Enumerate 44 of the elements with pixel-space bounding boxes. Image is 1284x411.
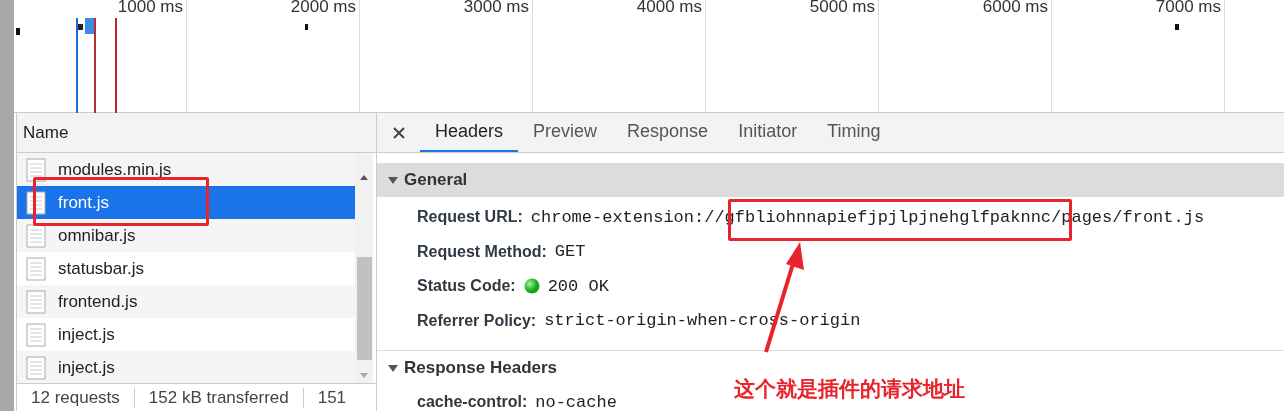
header-name: Request URL: bbox=[417, 208, 523, 227]
header-value: no-cache bbox=[535, 392, 617, 411]
header-name: Request Method: bbox=[417, 242, 547, 261]
close-icon[interactable] bbox=[392, 125, 406, 140]
caret-icon bbox=[387, 362, 399, 374]
summary-text: 12 requests bbox=[30, 387, 121, 408]
header-value: 200 OK bbox=[547, 276, 609, 296]
time-tick-label: 3000 ms bbox=[463, 0, 530, 15]
request-row[interactable]: frontend.js bbox=[17, 285, 355, 318]
header-name: Status Code: bbox=[417, 277, 516, 296]
time-tick-label: 5000 ms bbox=[809, 0, 876, 15]
request-row[interactable]: modules.min.js bbox=[17, 153, 355, 186]
section-header[interactable]: General bbox=[377, 163, 1284, 197]
request-row[interactable]: front.js bbox=[17, 186, 355, 219]
tab[interactable]: Preview bbox=[518, 113, 613, 152]
tab[interactable]: Initiator bbox=[723, 113, 813, 152]
file-icon bbox=[26, 223, 46, 248]
summary-text: 152 kB transferred bbox=[133, 387, 303, 408]
time-tick-label: 7000 ms bbox=[1155, 0, 1222, 15]
annotation-text: 这个就是插件的请求地址 bbox=[734, 376, 965, 403]
request-row[interactable]: inject.js bbox=[17, 351, 355, 384]
time-tick-label: 6000 ms bbox=[982, 0, 1049, 15]
file-icon bbox=[26, 355, 46, 380]
time-tick-label: 4000 ms bbox=[636, 0, 703, 15]
file-icon bbox=[26, 256, 46, 281]
status-ok-icon bbox=[523, 278, 540, 295]
section-title: Response Headers bbox=[404, 358, 558, 378]
scrollbar[interactable] bbox=[355, 153, 373, 383]
tab[interactable]: Headers bbox=[420, 113, 519, 152]
file-icon bbox=[26, 322, 46, 347]
request-row[interactable]: omnibar.js bbox=[17, 219, 355, 252]
section-title: General bbox=[404, 170, 468, 190]
tab[interactable]: Response bbox=[612, 113, 724, 152]
tab[interactable]: Timing bbox=[812, 113, 896, 152]
summary-text: 151 bbox=[302, 387, 361, 408]
time-tick-label: 1000 ms bbox=[117, 0, 184, 15]
header-name: Referrer Policy: bbox=[417, 311, 537, 330]
header-value: GET bbox=[554, 242, 586, 262]
column-header[interactable]: Name bbox=[17, 113, 376, 153]
caret-icon bbox=[387, 174, 399, 186]
header-name: cache-control: bbox=[417, 393, 528, 411]
file-icon bbox=[26, 157, 46, 182]
file-icon bbox=[26, 289, 46, 314]
time-tick-label: 2000 ms bbox=[290, 0, 357, 15]
